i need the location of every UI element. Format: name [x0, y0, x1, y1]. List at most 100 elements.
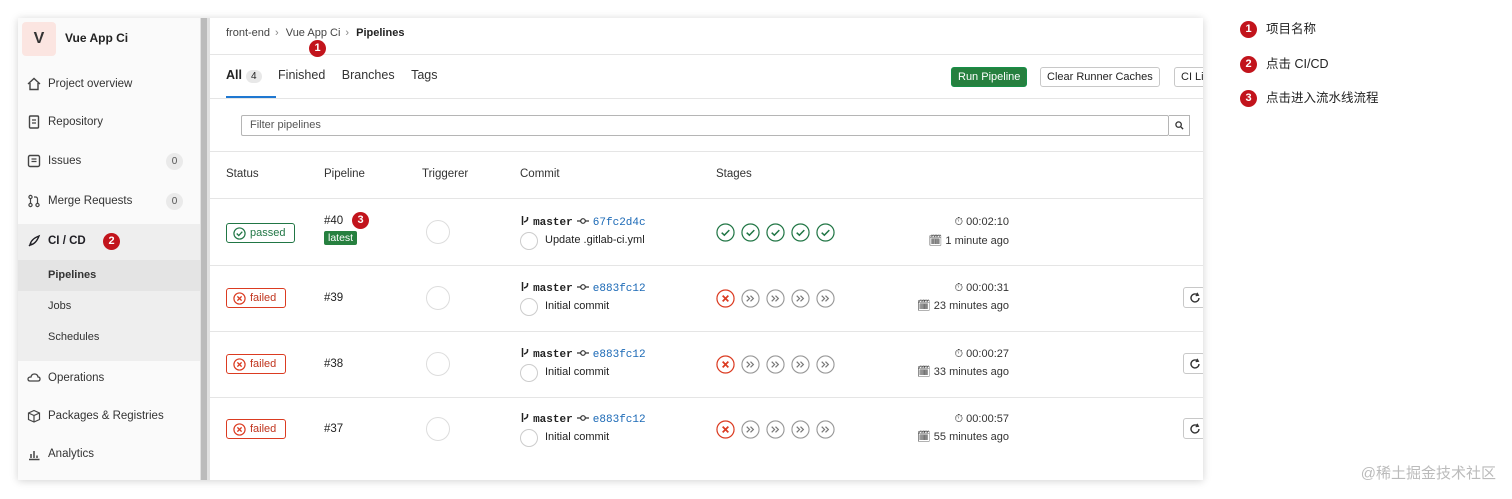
stage-skipped-icon[interactable]: [816, 420, 835, 439]
branch-link[interactable]: master: [533, 217, 573, 229]
tab-finished[interactable]: Finished: [278, 68, 325, 82]
stage-success-icon[interactable]: [741, 223, 760, 242]
latest-tag-badge: latest: [324, 231, 358, 245]
divider: [210, 54, 1203, 55]
pipeline-id-link[interactable]: #38: [324, 358, 343, 370]
retry-icon: [1190, 358, 1200, 369]
pipeline-id-link[interactable]: #40: [324, 215, 343, 227]
retry-button[interactable]: [1183, 353, 1203, 374]
commit-sha-link[interactable]: e883fc12: [593, 349, 646, 361]
retry-button[interactable]: [1183, 287, 1203, 308]
sidebar-subitem-schedules[interactable]: Schedules: [18, 322, 200, 353]
stage-skipped-icon[interactable]: [816, 355, 835, 374]
column-header-commit: Commit: [520, 168, 560, 180]
stage-skipped-icon[interactable]: [741, 420, 760, 439]
commit-author-avatar[interactable]: [520, 298, 538, 316]
sidebar-item-repository[interactable]: Repository: [18, 105, 200, 141]
stage-skipped-icon[interactable]: [791, 289, 810, 308]
status-badge-passed[interactable]: passed: [226, 223, 295, 243]
commit-sha-link[interactable]: e883fc12: [593, 414, 646, 426]
commit-author-avatar[interactable]: [520, 429, 538, 447]
issues-count-badge: 0: [166, 153, 183, 170]
pipeline-duration: ⏱ 00:00:57: [955, 413, 1009, 426]
pipeline-duration: ⏱ 00:00:27: [955, 348, 1009, 361]
stage-success-icon[interactable]: [791, 223, 810, 242]
branch-link[interactable]: master: [533, 349, 573, 361]
pipeline-id-link[interactable]: #37: [324, 423, 343, 435]
stage-failed-icon[interactable]: [716, 355, 735, 374]
project-avatar[interactable]: V: [22, 22, 56, 56]
stage-success-icon[interactable]: [816, 223, 835, 242]
stage-skipped-icon[interactable]: [816, 289, 835, 308]
commit-sha-link[interactable]: e883fc12: [593, 283, 646, 295]
stage-failed-icon[interactable]: [716, 289, 735, 308]
sidebar-subitem-jobs[interactable]: Jobs: [18, 291, 200, 322]
branch-link[interactable]: master: [533, 414, 573, 426]
tab-tags[interactable]: Tags: [411, 68, 437, 82]
project-header[interactable]: V Vue App Ci: [18, 18, 200, 58]
duration-value: 00:00:57: [966, 413, 1009, 425]
tab-branches[interactable]: Branches: [342, 68, 395, 82]
sidebar-item-packages-registries[interactable]: Packages & Registries: [18, 399, 200, 435]
triggerer-avatar[interactable]: [426, 286, 450, 310]
triggerer-avatar[interactable]: [426, 352, 450, 376]
commit-message-link[interactable]: Initial commit: [545, 366, 609, 378]
retry-button[interactable]: [1183, 418, 1203, 439]
stage-skipped-icon[interactable]: [741, 355, 760, 374]
sidebar-subitem-pipelines[interactable]: Pipelines: [18, 260, 200, 291]
commit-message-link[interactable]: Initial commit: [545, 431, 609, 443]
sidebar-item-project-overview[interactable]: Project overview: [18, 67, 200, 103]
home-icon: [27, 77, 41, 91]
pipeline-id-link[interactable]: #39: [324, 292, 343, 304]
stage-skipped-icon[interactable]: [791, 355, 810, 374]
commit-author-avatar[interactable]: [520, 232, 538, 250]
column-header-status: Status: [226, 168, 259, 180]
sidebar-item-analytics[interactable]: Analytics: [18, 437, 200, 473]
stage-skipped-icon[interactable]: [791, 420, 810, 439]
project-name[interactable]: Vue App Ci: [65, 31, 128, 45]
sidebar-item-merge-requests[interactable]: Merge Requests 0: [18, 184, 200, 220]
status-badge-failed[interactable]: failed: [226, 288, 286, 308]
sidebar-item-issues[interactable]: Issues 0: [18, 144, 200, 180]
status-badge-failed[interactable]: failed: [226, 354, 286, 374]
sidebar-subitem-label: Jobs: [48, 300, 72, 312]
ci-lint-button[interactable]: CI Lint: [1174, 67, 1203, 87]
stage-skipped-icon[interactable]: [766, 289, 785, 308]
annotation-marker-3: 3: [352, 212, 369, 229]
commit-message-link[interactable]: Update .gitlab-ci.yml: [545, 234, 645, 246]
tab-all[interactable]: All 4: [226, 68, 262, 83]
clear-runner-caches-button[interactable]: Clear Runner Caches: [1040, 67, 1160, 87]
annotation-legend-text: 点击 CI/CD: [1266, 57, 1329, 71]
divider: [210, 98, 1203, 99]
commit-sha-link[interactable]: 67fc2d4c: [593, 217, 646, 229]
commit-icon: [576, 415, 589, 421]
sidebar-item-operations[interactable]: Operations: [18, 361, 200, 397]
stage-skipped-icon[interactable]: [741, 289, 760, 308]
calendar-icon: 🗓: [916, 300, 931, 312]
annotation-legend-text: 点击进入流水线流程: [1266, 91, 1379, 105]
breadcrumb-link-group[interactable]: front-end: [226, 27, 270, 39]
commit-author-avatar[interactable]: [520, 364, 538, 382]
stage-skipped-icon[interactable]: [766, 420, 785, 439]
timer-icon: ⏱: [954, 348, 964, 360]
triggerer-avatar[interactable]: [426, 417, 450, 441]
column-header-stages: Stages: [716, 168, 752, 180]
filter-pipelines-input[interactable]: Filter pipelines: [241, 115, 1169, 136]
stage-success-icon[interactable]: [716, 223, 735, 242]
status-badge-failed[interactable]: failed: [226, 419, 286, 439]
commit-message-link[interactable]: Initial commit: [545, 300, 609, 312]
stage-skipped-icon[interactable]: [766, 355, 785, 374]
commit-ref: master 67fc2d4c: [520, 215, 646, 229]
branch-link[interactable]: master: [533, 283, 573, 295]
stage-failed-icon[interactable]: [716, 420, 735, 439]
search-button[interactable]: [1169, 115, 1190, 136]
check-circle-icon: [233, 227, 246, 240]
pipeline-finished-at: 🗓 1 minute ago: [928, 234, 1009, 247]
sidebar-resize-handle[interactable]: [200, 18, 210, 480]
annotation-legend-marker: 1: [1240, 21, 1257, 39]
status-label: failed: [250, 358, 277, 370]
breadcrumb-link-project[interactable]: Vue App Ci: [286, 27, 341, 39]
run-pipeline-button[interactable]: Run Pipeline: [951, 67, 1028, 87]
triggerer-avatar[interactable]: [426, 220, 450, 244]
stage-success-icon[interactable]: [766, 223, 785, 242]
